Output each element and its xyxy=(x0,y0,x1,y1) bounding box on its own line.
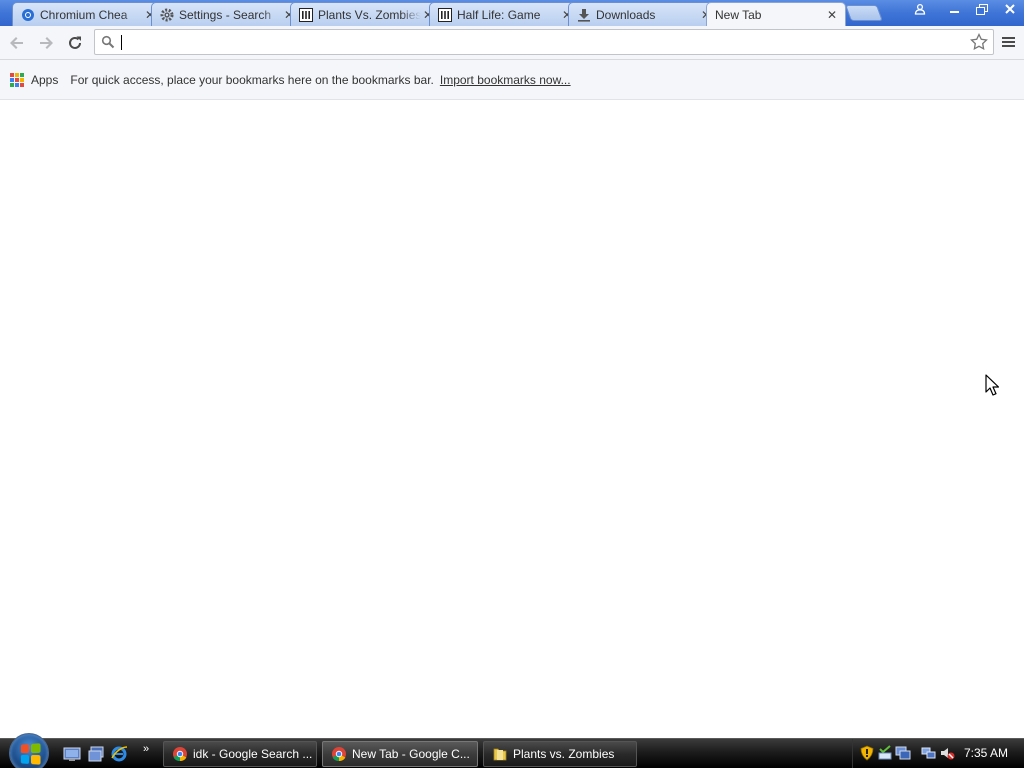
tab-title: Half Life: Game xyxy=(457,7,541,22)
back-button[interactable] xyxy=(5,31,29,55)
browser-toolbar xyxy=(0,26,1024,60)
gear-icon xyxy=(160,8,174,22)
tab-title: New Tab xyxy=(715,7,762,22)
import-bookmarks-link[interactable]: Import bookmarks now... xyxy=(440,73,571,87)
chrome-menu-button[interactable] xyxy=(998,32,1018,52)
museum-icon xyxy=(299,7,313,22)
apps-grid-dot xyxy=(15,77,19,82)
taskbar-window-button[interactable]: idk - Google Search ... xyxy=(163,741,317,767)
tab-plants-vs-zombies[interactable]: Plants Vs. Zombies ✕ xyxy=(290,2,442,26)
show-desktop-icon[interactable] xyxy=(63,745,81,763)
close-window-button[interactable] xyxy=(996,0,1024,18)
display-settings-icon[interactable] xyxy=(895,745,911,761)
taskbar-window-button[interactable]: Plants vs. Zombies xyxy=(483,741,637,767)
updates-icon[interactable] xyxy=(877,745,893,761)
taskbar: » idk - Google Search ... New Tab - Goog… xyxy=(0,733,1024,768)
chrome-icon xyxy=(173,747,187,762)
reload-button[interactable] xyxy=(63,31,87,55)
reload-icon xyxy=(69,36,81,49)
bookmarks-bar: Apps For quick access, place your bookma… xyxy=(0,60,1024,100)
profile-icon[interactable] xyxy=(906,0,934,18)
apps-grid-dot xyxy=(10,72,14,77)
apps-grid-dot xyxy=(10,77,14,82)
page-content xyxy=(0,100,1024,738)
tab-new-tab[interactable]: New Tab ✕ xyxy=(706,2,846,26)
omnibox[interactable] xyxy=(94,29,994,55)
system-tray: 7:35 AM xyxy=(852,739,1024,768)
close-icon[interactable]: ✕ xyxy=(825,8,839,22)
back-arrow-icon xyxy=(10,37,23,49)
tab-settings[interactable]: Settings - Search ✕ xyxy=(151,2,303,26)
tab-half-life[interactable]: Half Life: Game ✕ xyxy=(429,2,581,26)
folder-icon xyxy=(493,748,507,761)
apps-grid-icon xyxy=(10,72,24,87)
museum-icon xyxy=(438,7,452,22)
hamburger-icon xyxy=(1001,37,1015,39)
text-caret xyxy=(121,35,122,50)
clock[interactable]: 7:35 AM xyxy=(964,746,1008,760)
apps-grid-dot xyxy=(20,72,24,77)
forward-button[interactable] xyxy=(34,31,58,55)
tab-title: Plants Vs. Zombies xyxy=(318,7,421,22)
taskbar-window-label: New Tab - Google C... xyxy=(352,747,470,761)
bookmarks-bar-message: For quick access, place your bookmarks h… xyxy=(70,72,434,87)
windows-logo-icon xyxy=(20,743,41,765)
apps-grid-dot xyxy=(15,72,19,77)
taskbar-window-label: Plants vs. Zombies xyxy=(513,747,615,761)
quicklaunch-overflow-icon[interactable]: » xyxy=(143,743,149,755)
apps-shortcut[interactable]: Apps xyxy=(10,72,59,87)
search-icon xyxy=(101,35,115,49)
tab-chromium[interactable]: Chromium Chea ✕ xyxy=(12,2,164,26)
address-input[interactable] xyxy=(119,32,959,52)
tab-title: Chromium Chea xyxy=(40,7,128,22)
tab-downloads[interactable]: Downloads ✕ xyxy=(568,2,720,26)
restore-button[interactable] xyxy=(968,0,996,18)
tab-strip: Chromium Chea ✕ Settings - Search ✕ Plan… xyxy=(0,0,1024,26)
bookmark-star-icon[interactable] xyxy=(969,32,989,52)
taskbar-window-button[interactable]: New Tab - Google C... xyxy=(322,741,478,767)
apps-label: Apps xyxy=(31,72,59,87)
apps-grid-dot xyxy=(15,82,19,87)
volume-muted-icon[interactable] xyxy=(939,745,955,761)
tab-title: Settings - Search xyxy=(179,7,272,22)
download-icon xyxy=(577,8,591,22)
tab-title: Downloads xyxy=(596,7,656,22)
mouse-pointer-icon xyxy=(985,374,999,396)
window-controls xyxy=(906,0,1024,20)
switch-windows-icon[interactable] xyxy=(87,745,105,763)
chrome-icon xyxy=(332,747,346,762)
new-tab-button[interactable] xyxy=(845,5,883,21)
apps-grid-dot xyxy=(10,82,14,87)
internet-explorer-icon[interactable] xyxy=(110,745,128,763)
network-icon[interactable] xyxy=(921,745,937,761)
apps-grid-dot xyxy=(20,82,24,87)
minimize-button[interactable] xyxy=(940,0,968,18)
taskbar-window-label: idk - Google Search ... xyxy=(193,747,313,761)
chromium-icon xyxy=(21,8,35,22)
apps-grid-dot xyxy=(20,77,24,82)
forward-arrow-icon xyxy=(40,37,53,49)
start-button[interactable] xyxy=(9,733,49,768)
security-shield-icon[interactable] xyxy=(859,745,875,761)
